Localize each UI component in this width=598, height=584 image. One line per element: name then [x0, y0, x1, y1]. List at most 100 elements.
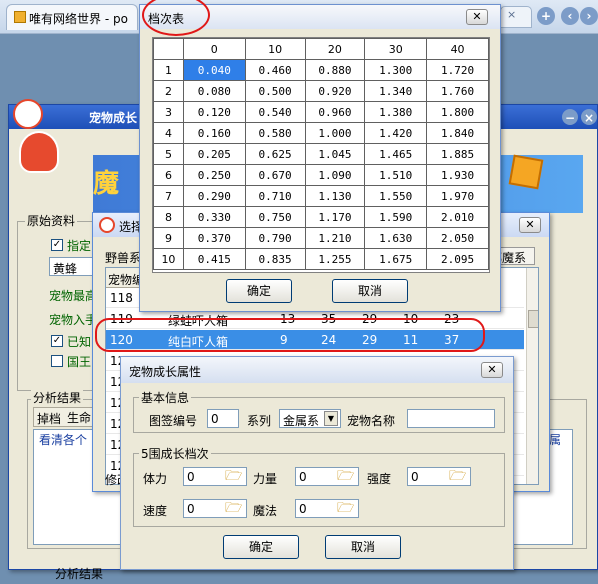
properties-title: 宠物成长属性 — [129, 365, 202, 379]
grid-cell[interactable]: 0.330 — [182, 206, 246, 228]
minimize-icon[interactable]: − — [562, 109, 578, 125]
grid-cell[interactable]: 0.500 — [244, 80, 306, 102]
mag-folder-icon[interactable]: 🗁 — [337, 500, 357, 516]
grade-cancel-button[interactable]: 取消 — [332, 279, 408, 303]
grid-cell[interactable]: 1.090 — [304, 164, 366, 186]
grid-cell[interactable]: 0.790 — [244, 227, 306, 249]
bottom-tab-analysis[interactable]: 分析结果 — [43, 562, 115, 584]
grid-cell[interactable]: 0.160 — [182, 122, 246, 144]
app-mascot-icon — [13, 99, 43, 129]
grade-ok-button[interactable]: 确定 — [226, 279, 292, 303]
grid-cell[interactable]: 1.550 — [364, 185, 428, 207]
grid-cell[interactable]: 1.675 — [364, 248, 428, 270]
specify-checkbox[interactable]: ✓ — [51, 239, 63, 251]
grid-cell[interactable]: 0.920 — [304, 80, 366, 102]
grid-cell[interactable]: 0.415 — [182, 248, 246, 270]
grid-cell[interactable]: 2.050 — [426, 227, 489, 249]
str-label: 力量 — [253, 472, 278, 486]
grid-cell[interactable]: 0.250 — [182, 164, 246, 186]
grid-cell[interactable]: 1.340 — [364, 80, 428, 102]
grid-cell[interactable]: 0.460 — [244, 59, 306, 81]
scrollbar-thumb[interactable] — [528, 310, 538, 328]
grid-cell[interactable]: 1.800 — [426, 101, 489, 123]
grid-cell[interactable]: 1.885 — [426, 143, 489, 165]
grid-cell[interactable]: 0.710 — [244, 185, 306, 207]
grid-cell[interactable]: 0.205 — [182, 143, 246, 165]
annotation-row-highlight — [95, 318, 485, 352]
grid-cell[interactable]: 0.120 — [182, 101, 246, 123]
analysis-result-title: 分析结果 — [31, 389, 84, 406]
grid-cell[interactable]: 0.670 — [244, 164, 306, 186]
properties-ok-button[interactable]: 确定 — [223, 535, 299, 559]
grid-cell[interactable]: 1.170 — [304, 206, 366, 228]
grid-cell[interactable]: 1.300 — [364, 59, 428, 81]
grid-cell[interactable]: 1.420 — [364, 122, 428, 144]
grid-cell[interactable]: 1.000 — [304, 122, 366, 144]
grade-grid[interactable]: 0 10 20 30 40 1 0.040 0.460 0.880 1.300 1.720… — [152, 37, 490, 273]
grid-row-header: 3 — [153, 101, 184, 123]
grid-cell[interactable]: 1.970 — [426, 185, 489, 207]
grid-cell[interactable]: 0.290 — [182, 185, 246, 207]
grid-cell[interactable]: 1.930 — [426, 164, 489, 186]
grid-cell[interactable]: 1.760 — [426, 80, 489, 102]
hp-folder-icon[interactable]: 🗁 — [225, 468, 245, 484]
king-checkbox[interactable] — [51, 355, 63, 367]
grid-cell[interactable]: 1.840 — [426, 122, 489, 144]
known-checkbox[interactable]: ✓ — [51, 335, 63, 347]
specify-label: 指定 — [67, 239, 92, 253]
close-icon[interactable]: × — [581, 109, 597, 125]
grid-cell[interactable]: 1.255 — [304, 248, 366, 270]
new-tab-plus-icon[interactable]: + — [537, 7, 555, 25]
grid-cell[interactable]: 1.630 — [364, 227, 428, 249]
grid-cell[interactable]: 0.080 — [182, 80, 246, 102]
grid-col-header: 0 — [182, 38, 246, 60]
pet-name-field[interactable] — [407, 409, 495, 428]
series-select-value: 金属系 — [283, 414, 320, 428]
grade-grid-row: 7 0.290 0.710 1.130 1.550 1.970 — [153, 185, 489, 207]
grid-cell[interactable]: 0.370 — [182, 227, 246, 249]
growth-grade-title: 5围成长档次 — [139, 445, 211, 462]
def-label: 强度 — [367, 472, 392, 486]
pet-list-scrollbar[interactable] — [526, 268, 538, 484]
grid-cell[interactable]: 1.590 — [364, 206, 428, 228]
series-label: 系列 — [247, 414, 272, 428]
grid-cell[interactable]: 1.380 — [364, 101, 428, 123]
properties-close-icon[interactable]: ✕ — [481, 362, 503, 378]
grade-table-close-icon[interactable]: ✕ — [466, 9, 488, 25]
grid-cell[interactable]: 0.625 — [244, 143, 306, 165]
grid-cell[interactable]: 1.210 — [304, 227, 366, 249]
grid-cell[interactable]: 1.045 — [304, 143, 366, 165]
forward-icon[interactable]: › — [580, 7, 598, 25]
def-folder-icon[interactable]: 🗁 — [449, 468, 469, 484]
grid-cell[interactable]: 2.095 — [426, 248, 489, 270]
grid-cell[interactable]: 1.510 — [364, 164, 428, 186]
properties-cancel-button[interactable]: 取消 — [325, 535, 401, 559]
grid-cell[interactable]: 1.465 — [364, 143, 428, 165]
spd-folder-icon[interactable]: 🗁 — [225, 500, 245, 516]
favicon-icon — [14, 11, 26, 23]
pet-entry-label: 宠物入手 — [49, 313, 98, 327]
grid-cell[interactable]: 0.580 — [244, 122, 306, 144]
str-folder-icon[interactable]: 🗁 — [337, 468, 357, 484]
grade-grid-row: 2 0.080 0.500 0.920 1.340 1.760 — [153, 80, 489, 102]
grid-cell[interactable]: 0.540 — [244, 101, 306, 123]
back-icon[interactable]: ‹ — [561, 7, 579, 25]
grid-cell[interactable]: 2.010 — [426, 206, 489, 228]
grid-cell[interactable]: 0.835 — [244, 248, 306, 270]
id-input[interactable]: 0 — [207, 409, 239, 428]
select-close-icon[interactable]: ✕ — [519, 217, 541, 233]
grid-cell[interactable]: 0.960 — [304, 101, 366, 123]
grid-cell[interactable]: 1.720 — [426, 59, 489, 81]
series-select[interactable]: 金属系 ▼ — [279, 409, 341, 428]
grade-grid-row: 8 0.330 0.750 1.170 1.590 2.010 — [153, 206, 489, 228]
grid-cell[interactable]: 1.130 — [304, 185, 366, 207]
grade-grid-row: 9 0.370 0.790 1.210 1.630 2.050 — [153, 227, 489, 249]
grid-cell[interactable]: 0.880 — [304, 59, 366, 81]
tab-close-icon[interactable]: × — [507, 8, 521, 22]
chevron-down-icon[interactable]: ▼ — [324, 411, 338, 426]
browser-tab[interactable]: 唯有网络世界 - po — [6, 4, 138, 30]
grid-cell[interactable]: 0.040 — [182, 59, 246, 81]
grid-cell[interactable]: 0.750 — [244, 206, 306, 228]
id-label: 图签编号 — [149, 414, 198, 428]
grade-table-window: 档次表 ✕ 0 10 20 30 40 1 0.040 0.460 0.880 1.30… — [139, 4, 501, 312]
